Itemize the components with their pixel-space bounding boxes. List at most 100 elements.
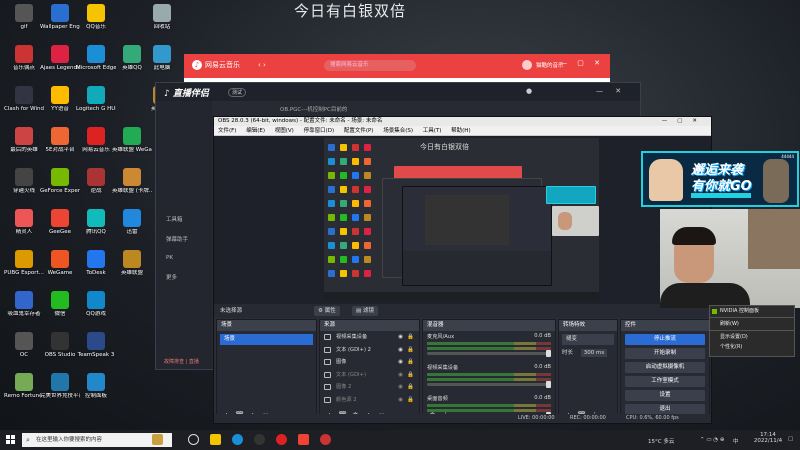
desktop-icon[interactable]: 网易云音乐 [76,127,116,167]
eye-icon[interactable]: ◉ [398,356,403,369]
desktop-icon[interactable]: 英雄联盟 (卡牌...) [112,168,152,208]
taskbar-search-input[interactable]: 在这里输入你要搜索的内容 [22,433,172,447]
lock-icon[interactable]: 🔒 [407,356,414,369]
netease-music-window[interactable]: ♪ 网易云音乐 ‹ › 搜索网易云音乐 猫酷的音乐 — ▢ ✕ [184,54,610,78]
stop-streaming-button[interactable]: 停止推流 [625,334,705,345]
desktop-icon[interactable]: ToDesk [76,250,116,290]
lock-icon[interactable]: 🔒 [407,331,414,344]
menu-scene-collection[interactable]: 场景集合(S) [383,128,413,134]
desktop-icon[interactable]: QQ游戏 [76,291,116,331]
menu-item-refresh[interactable]: 刷新(W) [710,319,794,329]
properties-button[interactable]: ⚙ 属性 [314,306,340,316]
desktop-icon[interactable]: GeForce Experience [40,168,80,208]
desktop-icon[interactable]: 吸血鬼幸存者 [4,291,44,331]
eye-icon[interactable]: ◉ [398,369,403,382]
app-icon[interactable] [320,434,331,445]
studio-mode-button[interactable]: 工作室模式 [625,376,705,387]
source-item[interactable]: 文本 (GDI+) 2 ◉ 🔒 [320,344,419,357]
desktop-icon[interactable]: gif [4,4,44,44]
source-item[interactable]: 颜色源 2 ◉ 🔒 [320,394,419,407]
desktop-icon[interactable]: Microsoft Edge [76,45,116,85]
desktop-icon[interactable]: WeGame [40,250,80,290]
netease-icon[interactable] [276,434,287,445]
netease-search-input[interactable]: 搜索网易云音乐 [324,60,416,71]
desktop-icon[interactable]: 逆战 [76,168,116,208]
desktop-icon[interactable]: Wallpaper Engine:... [40,4,80,44]
live-companion-icon[interactable] [298,434,309,445]
menu-profile[interactable]: 配置文件(P) [344,128,374,134]
menu-item-nvidia[interactable]: NVIDIA 控制面板 [710,306,794,316]
lock-icon[interactable]: 🔒 [407,369,414,382]
desktop-icon[interactable]: 英雄联盟 [112,250,152,290]
desktop-icon[interactable]: 5E对战平台 [40,127,80,167]
desktop-icon[interactable]: 迅雷 [112,209,152,249]
desktop-icon[interactable]: GeeGee [40,209,80,249]
netease-window-controls[interactable]: — ▢ ✕ [560,59,604,67]
search-highlight-icon[interactable] [152,434,163,445]
filters-button[interactable]: ▤ 滤镜 [352,306,378,316]
task-view-icon[interactable] [188,434,199,445]
menu-edit[interactable]: 编辑(E) [246,128,265,134]
desktop-icon[interactable]: 音乐偶点 [4,45,44,85]
eye-icon[interactable]: ◉ [398,381,403,394]
menu-view[interactable]: 视图(V) [275,128,294,134]
weather-widget[interactable]: 15°C 多云 [648,437,674,445]
obs-window-controls[interactable]: —▢✕ [662,117,707,126]
source-item[interactable]: 视频采集设备 ◉ 🔒 [320,331,419,344]
edge-icon[interactable] [232,434,243,445]
sidebar-item-more[interactable]: 更多 [156,267,212,287]
desktop-icon[interactable]: PUBG Esport... [4,250,44,290]
lock-icon[interactable]: 🔒 [407,344,414,357]
avatar[interactable] [522,60,532,70]
desktop-icon[interactable]: 腾讯QQ [76,209,116,249]
tray-icons[interactable]: ⌃ ▭ ◔ ⊕ [700,437,724,443]
desktop-icon[interactable]: Clash for Windows... [4,86,44,126]
menu-file[interactable]: 文件(F) [218,128,236,134]
settings-button[interactable]: 设置 [625,390,705,401]
source-item[interactable]: 文本 (GDI+) ◉ 🔒 [320,369,419,382]
nav-arrows[interactable]: ‹ › [258,61,266,69]
obs-window[interactable]: OBS 28.0.3 (64-bit, windows) - 配置文件: 未命名… [213,116,712,424]
window-controls[interactable]: — ✕ [596,87,626,95]
desktop-icon[interactable]: Logitech G HUB [76,86,116,126]
menu-item-display-settings[interactable]: 显示设置(D) [710,332,794,342]
notification-icon[interactable]: ▢ [788,436,793,442]
desktop-icon[interactable]: 微信 [40,291,80,331]
duration-input[interactable]: 300 ms [580,349,608,357]
desktop-icon[interactable]: 最后的英雄 [4,127,44,167]
scene-item[interactable]: 场景 [220,334,313,345]
sidebar-item-tools[interactable]: 工具箱 [156,209,212,229]
avatar[interactable]: ● [526,87,532,95]
source-item[interactable]: 图像 ◉ 🔒 [320,356,419,369]
sidebar-item-pk[interactable]: PK [156,249,212,267]
ime-indicator[interactable]: 中 [733,437,739,445]
file-explorer-icon[interactable] [210,434,221,445]
menu-item-personalize[interactable]: 个性化(R) [710,342,794,352]
lock-icon[interactable]: 🔒 [407,381,414,394]
desktop-icon[interactable]: 完美世界竞技平台 [40,373,80,413]
menu-tools[interactable]: 工具(T) [423,128,442,134]
slider-handle[interactable] [546,381,551,388]
desktop-icon[interactable]: OC [4,332,44,372]
desktop-icon[interactable]: 此电脑 [142,45,182,85]
live-companion-tabs[interactable]: OB.PGC---机控制PC目前的 [280,105,347,113]
desktop-icon[interactable]: 回收站 [142,4,182,44]
eye-icon[interactable]: ◉ [398,394,403,407]
source-item[interactable]: 图像 2 ◉ 🔒 [320,381,419,394]
desktop-icon[interactable]: OBS Studio [40,332,80,372]
start-recording-button[interactable]: 开始录制 [625,348,705,359]
live-companion-footer[interactable]: 故障排查 | 直播 [164,358,199,365]
menu-help[interactable]: 帮助(H) [451,128,470,134]
virtual-camera-button[interactable]: 启动虚拟摄像机 [625,362,705,373]
volume-slider[interactable] [427,350,551,357]
preview-canvas[interactable]: 今日有白银双倍 [324,138,599,301]
start-button[interactable] [6,435,15,444]
desktop-icon[interactable]: 精灵人 [4,209,44,249]
desktop-icon[interactable]: 英雄联盟 WeGame版 [112,127,152,167]
desktop-icon[interactable]: YY语音 [40,86,80,126]
desktop-icon[interactable]: 穿越火线 [4,168,44,208]
eye-icon[interactable]: ◉ [398,344,403,357]
clock[interactable]: 17:14 2022/11/4 [752,432,784,444]
desktop-icon[interactable]: TeamSpeak 3 [76,332,116,372]
desktop-icon[interactable]: Ajaes Legends [40,45,80,85]
